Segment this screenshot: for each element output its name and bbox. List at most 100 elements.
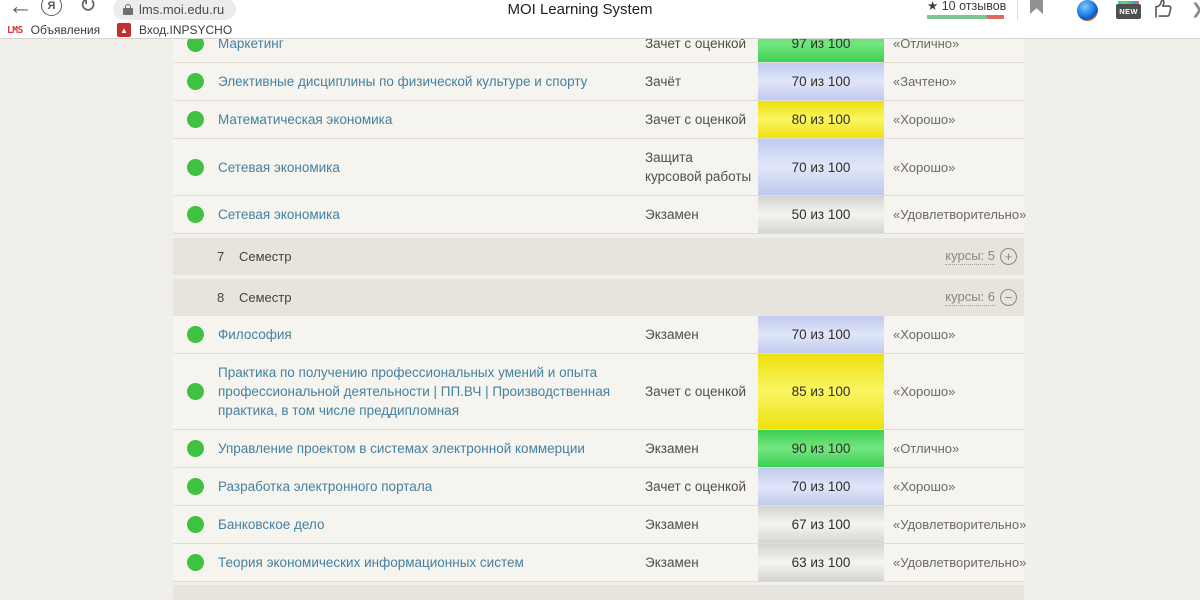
exam-type-label: Зачет с оценкой	[645, 101, 758, 138]
bookmark-label: Объявления	[31, 23, 100, 37]
semester-header: 8Семестркурсы: 6−	[173, 279, 1024, 316]
extension-sphere-icon[interactable]	[1077, 0, 1098, 21]
back-icon[interactable]: ←	[8, 0, 33, 21]
exam-type-label: Экзамен	[645, 316, 758, 353]
grade-label: «Удовлетворительно»	[884, 544, 1024, 581]
score-cell: 70 из 100	[758, 316, 884, 353]
course-status-cell	[173, 39, 218, 62]
course-status-cell	[173, 63, 218, 100]
score-cell: 63 из 100	[758, 544, 884, 581]
course-status-cell	[173, 196, 218, 233]
score-cell: 50 из 100	[758, 196, 884, 233]
semester-label: Семестр	[239, 249, 291, 264]
course-title-link[interactable]: Управление проектом в системах электронн…	[218, 430, 645, 467]
bookmarks-bar: LMS Объявления ▲ Вход.INPSYCHO	[0, 23, 1200, 38]
green-status-dot-icon	[187, 159, 204, 176]
course-row: Теория экономических информационных сист…	[173, 544, 1024, 582]
semester-header: 7Семестр курсы: 5 +	[173, 238, 1024, 275]
collapse-minus-icon[interactable]: −	[1000, 289, 1017, 306]
green-status-dot-icon	[187, 326, 204, 343]
address-bar[interactable]: lms.moi.edu.ru	[113, 0, 236, 20]
course-row: Разработка электронного порталаЗачет с о…	[173, 468, 1024, 506]
course-title-link[interactable]: Философия	[218, 316, 645, 353]
course-title-link[interactable]: Элективные дисциплины по физической куль…	[218, 63, 645, 100]
exam-type-label: Защита курсовой работы	[645, 139, 758, 195]
overflow-chevron-icon[interactable]: ❯	[1191, 0, 1200, 18]
score-cell: 97 из 100	[758, 39, 884, 62]
url-text: lms.moi.edu.ru	[139, 2, 224, 17]
grade-label: «Хорошо»	[884, 354, 1024, 429]
course-row: Управление проектом в системах электронн…	[173, 430, 1024, 468]
lms-favicon: LMS	[7, 25, 23, 36]
rating-bar	[927, 15, 1004, 19]
lock-icon	[123, 4, 133, 15]
course-title-link[interactable]: Практика по получению профессиональных у…	[218, 354, 645, 429]
green-status-dot-icon	[187, 383, 204, 400]
grade-label: «Отлично»	[884, 430, 1024, 467]
inpsycho-favicon: ▲	[117, 23, 131, 37]
toolbar-separator	[1017, 0, 1018, 20]
exam-type-label: Зачёт	[645, 63, 758, 100]
lms-page-background: МаркетингЗачет с оценкой97 из 100«Отличн…	[0, 39, 1200, 600]
course-row: Практика по получению профессиональных у…	[173, 354, 1024, 430]
course-status-cell	[173, 316, 218, 353]
score-cell: 85 из 100	[758, 354, 884, 429]
exam-type-label: Экзамен	[645, 506, 758, 543]
green-status-dot-icon	[187, 73, 204, 90]
semester-header-cut	[173, 585, 1024, 600]
reviews-count-label: 10 отзывов	[942, 0, 1007, 13]
course-status-cell	[173, 506, 218, 543]
course-status-cell	[173, 101, 218, 138]
score-cell: 70 из 100	[758, 139, 884, 195]
course-row: Сетевая экономикаЭкзамен50 из 100«Удовле…	[173, 196, 1024, 234]
course-title-link[interactable]: Математическая экономика	[218, 101, 645, 138]
course-title-link[interactable]: Сетевая экономика	[218, 196, 645, 233]
green-status-dot-icon	[187, 206, 204, 223]
semester-number: 7	[217, 249, 239, 264]
exam-type-label: Экзамен	[645, 544, 758, 581]
semester-courses-link[interactable]: курсы: 5	[945, 248, 995, 265]
course-title-link[interactable]: Маркетинг	[218, 39, 645, 62]
refresh-icon[interactable]: ↻	[79, 0, 97, 18]
reviews-rating-widget[interactable]: ★ 10 отзывов	[927, 0, 1006, 19]
course-row: МаркетингЗачет с оценкой97 из 100«Отличн…	[173, 39, 1024, 63]
green-status-dot-icon	[187, 111, 204, 128]
course-row: Элективные дисциплины по физической куль…	[173, 63, 1024, 101]
grade-label: «Хорошо»	[884, 139, 1024, 195]
green-status-dot-icon	[187, 39, 204, 52]
exam-type-label: Экзамен	[645, 430, 758, 467]
grades-table: МаркетингЗачет с оценкой97 из 100«Отличн…	[173, 39, 1024, 600]
course-status-cell	[173, 139, 218, 195]
semester-label: Семестр	[239, 290, 291, 305]
rating-bar-positive	[927, 15, 987, 19]
course-row: Математическая экономикаЗачет с оценкой8…	[173, 101, 1024, 139]
score-cell: 70 из 100	[758, 63, 884, 100]
expand-plus-icon[interactable]: +	[1000, 248, 1017, 265]
course-title-link[interactable]: Банковское дело	[218, 506, 645, 543]
thumbs-hand-icon[interactable]	[1150, 0, 1176, 19]
exam-type-label: Экзамен	[645, 196, 758, 233]
grade-label: «Зачтено»	[884, 63, 1024, 100]
course-status-cell	[173, 430, 218, 467]
semester-courses-link[interactable]: курсы: 6	[945, 289, 995, 306]
star-icon: ★	[927, 0, 938, 13]
grade-label: «Отлично»	[884, 39, 1024, 62]
course-title-link[interactable]: Теория экономических информационных сист…	[218, 544, 645, 581]
bookmark-flag-icon[interactable]	[1030, 0, 1043, 14]
yandex-browser-icon[interactable]: Я	[41, 0, 62, 16]
browser-toolbar: ← Я ↻ lms.moi.edu.ru MOI Learning System…	[0, 0, 1200, 39]
course-title-link[interactable]: Разработка электронного портала	[218, 468, 645, 505]
grade-label: «Хорошо»	[884, 468, 1024, 505]
score-cell: 70 из 100	[758, 468, 884, 505]
grade-label: «Хорошо»	[884, 101, 1024, 138]
new-extension-icon[interactable]: NEW	[1116, 4, 1141, 19]
green-status-dot-icon	[187, 440, 204, 457]
bookmark-item-announcements[interactable]: LMS Объявления	[7, 23, 100, 37]
green-status-dot-icon	[187, 478, 204, 495]
grade-label: «Удовлетворительно»	[884, 506, 1024, 543]
score-cell: 80 из 100	[758, 101, 884, 138]
bookmark-item-inpsycho[interactable]: ▲ Вход.INPSYCHO	[117, 23, 232, 37]
rating-bar-negative	[987, 15, 1004, 19]
course-status-cell	[173, 354, 218, 429]
course-title-link[interactable]: Сетевая экономика	[218, 139, 645, 195]
